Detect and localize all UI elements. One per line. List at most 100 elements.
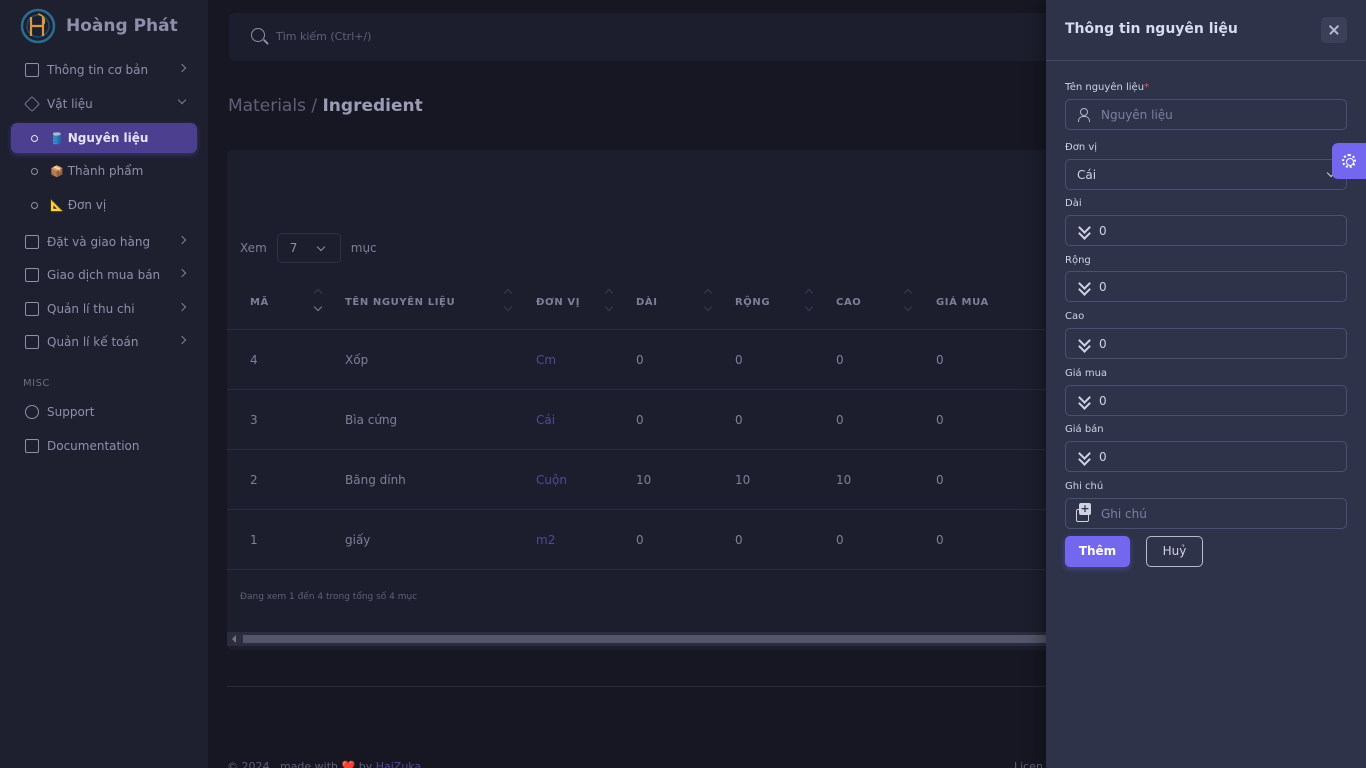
ingredient-name-input[interactable]: Nguyên liệu bbox=[1065, 99, 1347, 130]
footer-license-link[interactable]: Licen bbox=[1014, 760, 1043, 768]
required-mark: * bbox=[1144, 82, 1150, 93]
column-header-height[interactable]: CAO bbox=[836, 297, 861, 308]
cancel-button[interactable]: Huỷ bbox=[1146, 536, 1203, 567]
column-header-id[interactable]: MÃ bbox=[250, 297, 269, 308]
breadcrumb-current: Ingredient bbox=[322, 96, 423, 116]
heart-icon: ❤️ bbox=[341, 760, 356, 768]
sort-icon[interactable] bbox=[904, 288, 912, 316]
length-input[interactable]: 0 bbox=[1065, 215, 1347, 246]
sidebar-item-materials[interactable]: Vật liệu bbox=[11, 89, 197, 119]
cell-id: 3 bbox=[250, 413, 258, 427]
cell-unit-link[interactable]: m2 bbox=[536, 533, 555, 547]
sidebar-item-label: Thành phẩm bbox=[67, 164, 144, 178]
sidebar-item-units[interactable]: 📐 Đơn vị bbox=[11, 190, 197, 220]
note-input[interactable]: Ghi chú bbox=[1065, 498, 1347, 529]
chevrons-down-icon bbox=[1078, 280, 1090, 294]
name-label: Tên nguyên liệu* bbox=[1065, 82, 1149, 93]
unit-label: Đơn vị bbox=[1065, 142, 1098, 153]
cell-width: 0 bbox=[735, 413, 743, 427]
scrollbar-thumb[interactable] bbox=[243, 635, 1057, 643]
sidebar-item-support[interactable]: Support bbox=[11, 397, 197, 427]
sidebar-item-orders[interactable]: Đặt và giao hàng bbox=[11, 227, 197, 257]
circle-icon bbox=[31, 167, 38, 175]
menu-pin-icon[interactable] bbox=[174, 17, 189, 32]
chevrons-down-icon bbox=[1078, 450, 1090, 464]
cell-buy-price: 0 bbox=[936, 533, 944, 547]
breadcrumb: Materials / Ingredient bbox=[228, 96, 423, 116]
column-header-name[interactable]: TÊN NGUYÊN LIỆU bbox=[345, 297, 455, 308]
sort-icon[interactable] bbox=[314, 288, 322, 316]
cell-unit-link[interactable]: Cm bbox=[536, 353, 556, 367]
search-input[interactable]: Tìm kiếm (Ctrl+/) bbox=[276, 30, 371, 43]
sell-price-input[interactable]: 0 bbox=[1065, 441, 1347, 472]
cell-height: 0 bbox=[836, 353, 844, 367]
table-row: 4 Xốp Cm 0 0 0 0 bbox=[227, 330, 1057, 390]
brand-name: Hoàng Phát bbox=[66, 16, 178, 36]
table-row: 2 Băng dính Cuộn 10 10 10 0 bbox=[227, 450, 1057, 510]
package-icon: 📦 bbox=[50, 164, 64, 178]
sidebar-item-label: Vật liệu bbox=[47, 97, 93, 111]
length-value: 0 bbox=[1099, 224, 1107, 238]
chevrons-down-icon bbox=[1078, 224, 1090, 238]
column-header-buy-price[interactable]: GIÁ MUA bbox=[936, 297, 989, 308]
note-placeholder: Ghi chú bbox=[1101, 507, 1147, 521]
footer-divider bbox=[227, 686, 1057, 687]
sidebar-item-label: Support bbox=[47, 405, 95, 419]
sort-icon[interactable] bbox=[704, 288, 712, 316]
ingredient-drawer: Thông tin nguyên liệu Tên nguyên liệu* N… bbox=[1046, 0, 1366, 768]
sidebar-item-accounting[interactable]: Quản lí kế toán bbox=[11, 327, 197, 357]
brand-logo bbox=[20, 8, 56, 44]
sidebar-item-transactions[interactable]: Giao dịch mua bán bbox=[11, 260, 197, 290]
sort-icon[interactable] bbox=[605, 288, 613, 316]
chevron-right-icon bbox=[177, 302, 187, 312]
length-label: Dài bbox=[1065, 198, 1082, 209]
cell-length: 0 bbox=[636, 533, 644, 547]
theme-customizer-button[interactable] bbox=[1332, 143, 1366, 179]
sidebar-item-label: Quản lí kế toán bbox=[47, 335, 139, 349]
breadcrumb-parent[interactable]: Materials / bbox=[228, 96, 317, 116]
footer: © 2024 , made with ❤️ by HaiZuka bbox=[227, 760, 421, 768]
footer-copyright: © 2024 , made with bbox=[227, 760, 339, 768]
user-icon bbox=[1078, 108, 1090, 122]
sort-icon[interactable] bbox=[805, 288, 813, 316]
column-header-width[interactable]: RỘNG bbox=[735, 297, 770, 308]
footer-by: by bbox=[358, 760, 373, 768]
column-header-length[interactable]: DÀI bbox=[636, 297, 658, 308]
note-label: Ghi chú bbox=[1065, 481, 1104, 492]
entries-label: mục bbox=[350, 241, 377, 255]
cell-width: 0 bbox=[735, 533, 743, 547]
height-value: 0 bbox=[1099, 337, 1107, 351]
sidebar-item-basic-info[interactable]: Thông tin cơ bản bbox=[11, 55, 197, 85]
search-icon[interactable] bbox=[251, 28, 265, 42]
width-value: 0 bbox=[1099, 280, 1107, 294]
close-button[interactable] bbox=[1321, 17, 1347, 43]
table-row: 3 Bìa cứng Cái 0 0 0 0 bbox=[227, 390, 1057, 450]
drawer-header: Thông tin nguyên liệu bbox=[1046, 0, 1366, 61]
sidebar-item-cashflow[interactable]: Quản lí thu chi bbox=[11, 294, 197, 324]
height-input[interactable]: 0 bbox=[1065, 328, 1347, 359]
table-row: 1 giấy m2 0 0 0 0 bbox=[227, 510, 1057, 570]
width-input[interactable]: 0 bbox=[1065, 271, 1347, 302]
chevron-right-icon bbox=[177, 268, 187, 278]
document-dollar-icon bbox=[25, 63, 39, 77]
chevron-right-icon bbox=[177, 335, 187, 345]
sidebar-item-documentation[interactable]: Documentation bbox=[11, 431, 197, 461]
sidebar-item-ingredients[interactable]: 🛢️ Nguyên liệu bbox=[11, 123, 197, 153]
scroll-left-icon[interactable] bbox=[232, 635, 236, 643]
sidebar-item-label: Nguyên liệu bbox=[67, 131, 149, 145]
footer-author-link[interactable]: HaiZuka bbox=[376, 760, 422, 768]
cell-unit-link[interactable]: Cái bbox=[536, 413, 555, 427]
sort-icon[interactable] bbox=[504, 288, 512, 316]
sidebar-item-products[interactable]: 📦 Thành phẩm bbox=[11, 156, 197, 186]
horizontal-scrollbar[interactable] bbox=[227, 632, 1057, 646]
chevron-down-icon bbox=[177, 95, 187, 105]
gear-icon bbox=[1342, 154, 1356, 168]
page-size-select[interactable]: 7 bbox=[276, 233, 341, 263]
buy-price-input[interactable]: 0 bbox=[1065, 385, 1347, 416]
cell-unit-link[interactable]: Cuộn bbox=[536, 473, 567, 487]
cell-height: 0 bbox=[836, 413, 844, 427]
brand[interactable]: Hoàng Phát bbox=[18, 8, 178, 44]
column-header-unit[interactable]: ĐƠN VỊ bbox=[536, 297, 580, 308]
unit-select[interactable]: Cái bbox=[1065, 159, 1347, 190]
add-button[interactable]: Thêm bbox=[1065, 536, 1130, 567]
